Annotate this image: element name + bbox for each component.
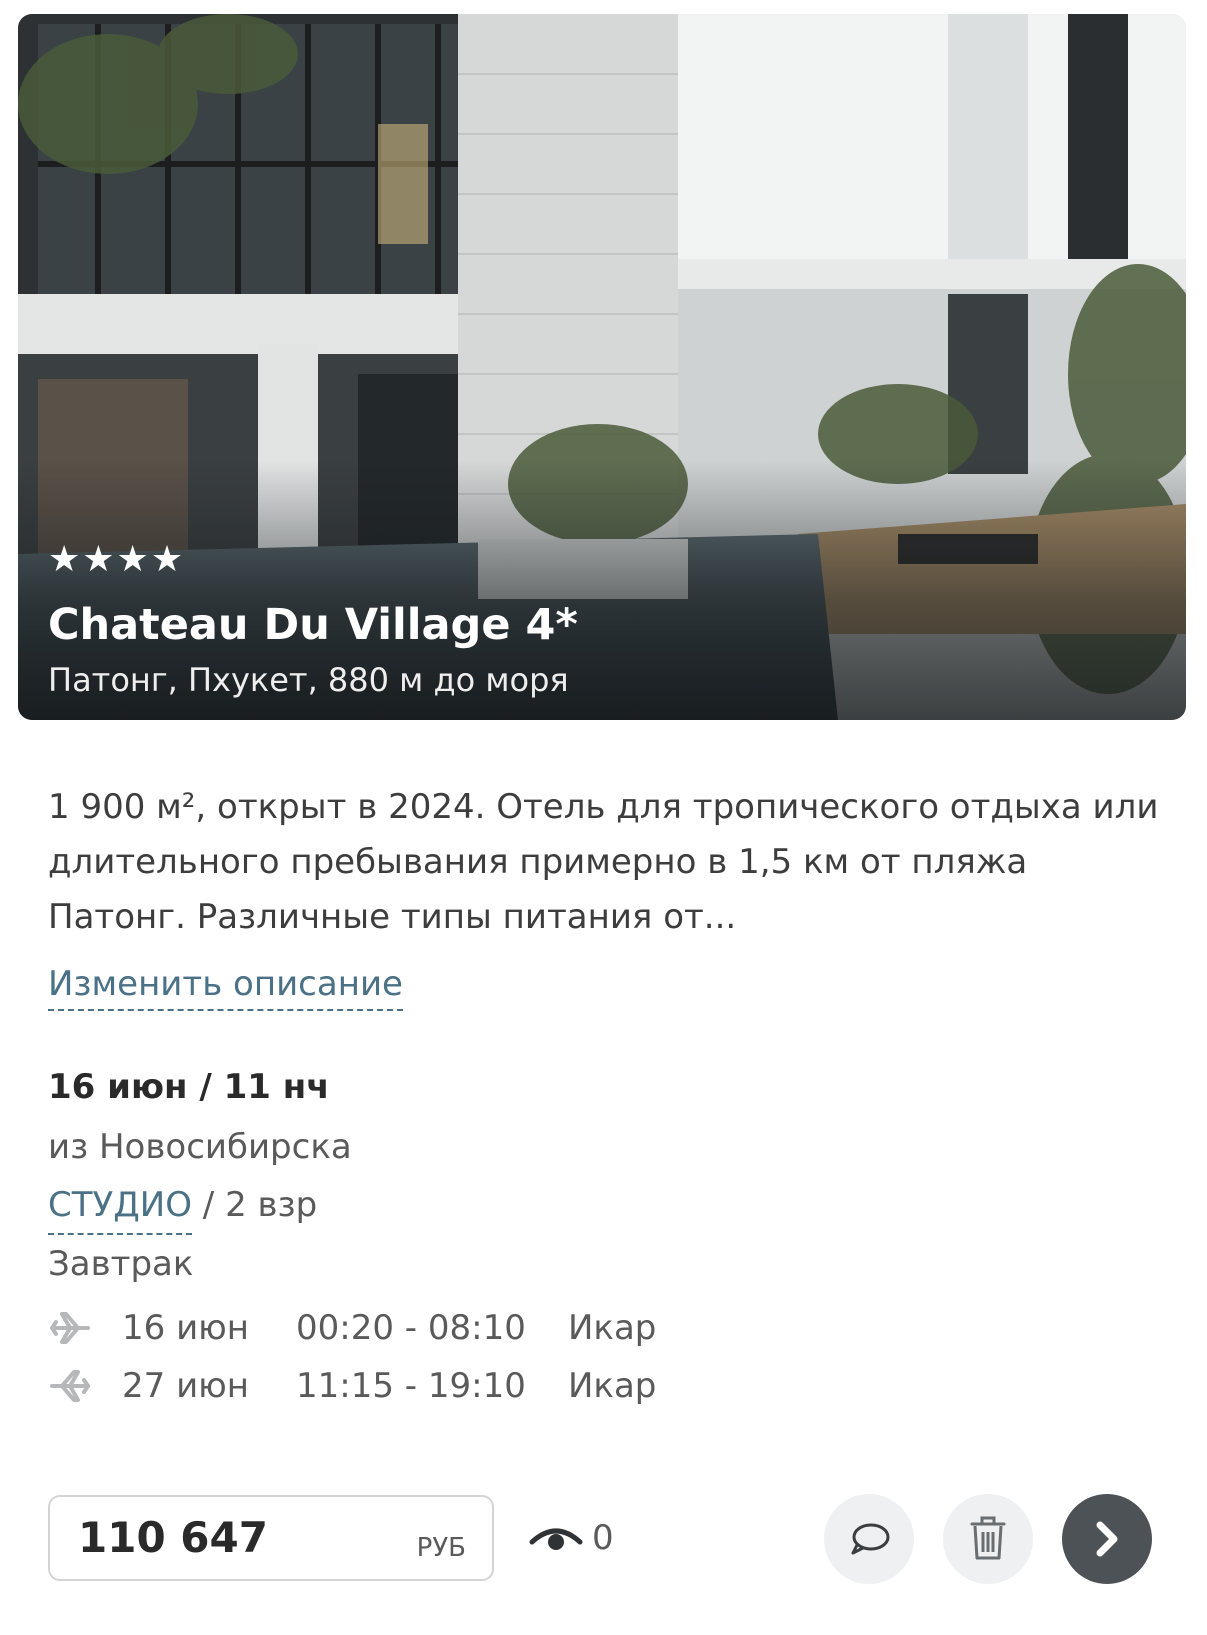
guests-count: / 2 взр	[192, 1185, 318, 1225]
room-info: СТУДИО / 2 взр	[48, 1185, 318, 1235]
flight-airline: Икар	[568, 1366, 657, 1406]
hotel-location: Патонг, Пхукет, 880 м до моря	[48, 661, 569, 699]
flight-date: 16 июн	[122, 1308, 250, 1348]
flight-row-departure: 16 июн 00:20 - 08:10 Икар	[48, 1308, 748, 1348]
chevron-right-icon	[1096, 1521, 1118, 1557]
meal-plan: Завтрак	[48, 1244, 194, 1284]
tour-dates: 16 июн / 11 нч	[48, 1067, 330, 1107]
flight-row-return: 27 июн 11:15 - 19:10 Икар	[48, 1366, 748, 1406]
flight-time: 11:15 - 19:10	[296, 1366, 526, 1406]
rating-stars: ★★★★	[48, 539, 186, 580]
delete-button[interactable]	[943, 1494, 1033, 1584]
edit-description-link[interactable]: Изменить описание	[48, 965, 403, 1012]
room-type-link[interactable]: СТУДИО	[48, 1185, 192, 1235]
flight-date: 27 июн	[122, 1366, 250, 1406]
price-box: 110 647 РУБ	[48, 1495, 494, 1581]
eye-icon	[529, 1528, 583, 1550]
price-currency: РУБ	[416, 1533, 466, 1563]
views-count: 0	[592, 1518, 614, 1558]
hotel-description: 1 900 м², открыт в 2024. Отель для тропи…	[48, 787, 1159, 937]
flight-airline: Икар	[568, 1308, 657, 1348]
comment-icon	[851, 1523, 890, 1555]
departure-city: из Новосибирска	[48, 1127, 352, 1167]
flight-time: 00:20 - 08:10	[296, 1308, 526, 1348]
trash-icon	[970, 1516, 1006, 1560]
price-value: 110 647	[78, 1513, 268, 1562]
hotel-photo[interactable]: ★★★★ Chateau Du Village 4* Патонг, Пхуке…	[18, 14, 1186, 720]
hotel-name[interactable]: Chateau Du Village 4*	[48, 604, 578, 647]
open-tour-button[interactable]	[1062, 1494, 1152, 1584]
comment-button[interactable]	[824, 1494, 914, 1584]
plane-departure-icon	[50, 1312, 90, 1344]
plane-return-icon	[50, 1370, 90, 1402]
